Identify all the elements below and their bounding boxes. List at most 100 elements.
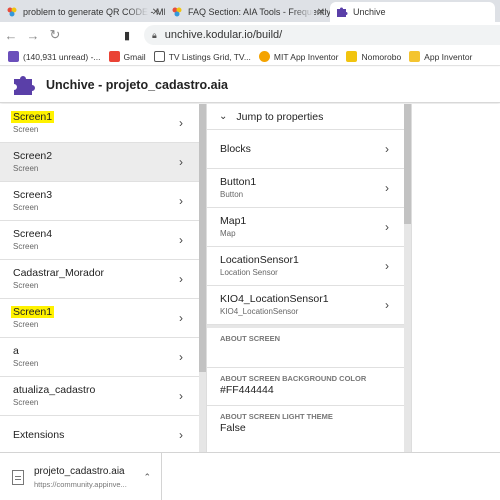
screen-name: Screen1 [11, 306, 55, 318]
jump-label: Jump to properties [236, 110, 324, 123]
component-name: Button1 [220, 176, 257, 188]
chevron-right-icon: › [179, 311, 183, 325]
tab-unchive[interactable]: Unchive [330, 2, 495, 22]
screen-name: a [13, 345, 19, 357]
mail-icon [8, 51, 19, 62]
screen-name: atualiza_cadastro [13, 384, 96, 396]
list-item-screen[interactable]: Screen3 Screen › [0, 182, 199, 221]
bookmark-tv-listings[interactable]: TV Listings Grid, TV... [153, 51, 251, 62]
property-label: ABOUT SCREEN LIGHT THEME [220, 412, 333, 421]
list-item-screen[interactable]: Cadastrar_Morador Screen › [0, 260, 199, 299]
chevron-up-icon[interactable]: ⌃ [143, 472, 151, 483]
light-theme-property: ABOUT SCREEN LIGHT THEME False [207, 406, 405, 446]
scrollbar-thumb[interactable] [404, 104, 411, 224]
file-icon [12, 469, 24, 485]
list-item-component[interactable]: KIO4_LocationSensor1 KIO4_LocationSensor… [207, 286, 405, 325]
chevron-right-icon: › [385, 298, 389, 312]
tab-qr-code[interactable]: problem to generate QR CODE - MIT ✕ [0, 2, 165, 22]
list-item-screen[interactable]: Screen4 Screen › [0, 221, 199, 260]
chevron-right-icon: › [179, 389, 183, 403]
screen-type: Screen [13, 125, 39, 134]
tab-title: Unchive [353, 7, 386, 17]
list-item-screen[interactable]: Screen1 Screen › [0, 104, 199, 143]
bookmark-mit-app-inventor[interactable]: MIT App Inventor [258, 51, 339, 62]
bookmark-label: TV Listings Grid, TV... [168, 51, 251, 62]
gmail-icon [108, 51, 120, 62]
scrollbar[interactable] [404, 104, 411, 452]
screen-type: Screen [13, 281, 39, 290]
chevron-right-icon: › [385, 181, 389, 195]
property-value: #FF444444 [220, 384, 274, 396]
bookmark-nomorobo[interactable]: Nomorobo [346, 51, 401, 62]
list-item-component[interactable]: Map1 Map › [207, 208, 405, 247]
bookmark-gmail[interactable]: Gmail [108, 51, 146, 62]
chevron-right-icon: › [385, 142, 389, 156]
component-name: LocationSensor1 [220, 254, 299, 266]
chevron-right-icon: › [179, 116, 183, 130]
list-item-extensions[interactable]: Extensions › [0, 416, 199, 452]
screen-name: Screen3 [13, 189, 53, 201]
forward-icon[interactable]: → [22, 28, 44, 43]
bookmark-label: App Inventor [424, 51, 473, 62]
bookmarks-bar: (140,931 unread) -... Gmail TV Listings … [0, 48, 500, 66]
screen-name: Screen4 [13, 228, 53, 240]
screen-name: Screen1 [11, 111, 55, 123]
document-icon [153, 51, 165, 62]
chevron-right-icon: › [385, 259, 389, 273]
screen-name: Screen2 [13, 150, 53, 162]
bookmark-label: Gmail [123, 51, 146, 62]
component-type: Map [220, 229, 236, 238]
list-item-screen[interactable]: atualiza_cadastro Screen › [0, 377, 199, 416]
url-field[interactable]: 🔒︎ unchive.kodular.io/build/ [144, 25, 500, 45]
screen-type: Screen [13, 359, 39, 368]
download-source: https://community.appinve... [34, 479, 127, 489]
app-header: Unchive - projeto_cadastro.aia [0, 67, 500, 103]
chevron-right-icon: › [179, 233, 183, 247]
scrollbar-thumb[interactable] [199, 104, 206, 372]
component-name: Map1 [220, 215, 247, 227]
folder-icon [409, 51, 421, 62]
screens-list: Screen1 Screen › Screen2 Screen › Screen… [0, 104, 206, 452]
chevron-right-icon: › [179, 155, 183, 169]
chevron-right-icon: › [179, 428, 183, 442]
bookmark-icon[interactable]: ▮ [116, 29, 138, 42]
browser-tab-strip: problem to generate QR CODE - MIT ✕ FAQ … [0, 0, 500, 22]
screen-type: Screen [13, 242, 39, 251]
list-item-screen[interactable]: a Screen › [0, 338, 199, 377]
components-list: ⌄ Jump to properties Blocks › Button1 Bu… [206, 104, 411, 452]
list-item-screen[interactable]: Screen1 Screen › [0, 299, 199, 338]
list-item-blocks[interactable]: Blocks › [207, 130, 405, 169]
scrollbar[interactable] [199, 104, 206, 452]
bookmark-label: MIT App Inventor [273, 51, 339, 62]
about-screen-label: ABOUT SCREEN [220, 334, 281, 343]
address-bar-row: ← → ↻ ▮ 🔒︎ unchive.kodular.io/build/ [0, 22, 500, 48]
screen-type: Screen [13, 398, 39, 407]
download-filename: projeto_cadastro.aia [34, 465, 125, 477]
download-bar: projeto_cadastro.aia https://community.a… [0, 452, 500, 500]
nomorobo-icon [346, 51, 358, 62]
reload-icon[interactable]: ↻ [44, 27, 66, 43]
url-text: unchive.kodular.io/build/ [164, 29, 283, 41]
mit-favicon-icon [258, 51, 270, 62]
list-item-component[interactable]: Button1 Button › [207, 169, 405, 208]
bookmark-app-inventor[interactable]: App Inventor [409, 51, 472, 62]
bookmark-label: Nomorobo [361, 51, 402, 62]
close-icon[interactable]: ✕ [317, 7, 325, 18]
screen-type: Screen [13, 164, 39, 173]
chevron-right-icon: › [385, 220, 389, 234]
screen-name: Extensions [13, 428, 65, 441]
close-icon[interactable]: ✕ [152, 7, 160, 18]
screen-name: Cadastrar_Morador [13, 267, 105, 279]
app-title: Unchive - projeto_cadastro.aia [46, 77, 229, 92]
property-value: False [220, 422, 246, 434]
download-item[interactable]: projeto_cadastro.aia https://community.a… [0, 453, 162, 500]
component-name: Blocks [220, 142, 251, 155]
list-item-component[interactable]: LocationSensor1 Location Sensor › [207, 247, 405, 286]
jump-to-properties-button[interactable]: ⌄ Jump to properties [207, 104, 405, 130]
chevron-right-icon: › [179, 350, 183, 364]
bookmark-yahoo[interactable]: (140,931 unread) -... [8, 51, 101, 62]
list-item-screen[interactable]: Screen2 Screen › [0, 143, 199, 182]
tab-faq[interactable]: FAQ Section: AIA Tools - Frequently A ✕ [165, 2, 330, 22]
back-icon[interactable]: ← [0, 28, 22, 43]
lock-icon: 🔒︎ [152, 29, 157, 40]
